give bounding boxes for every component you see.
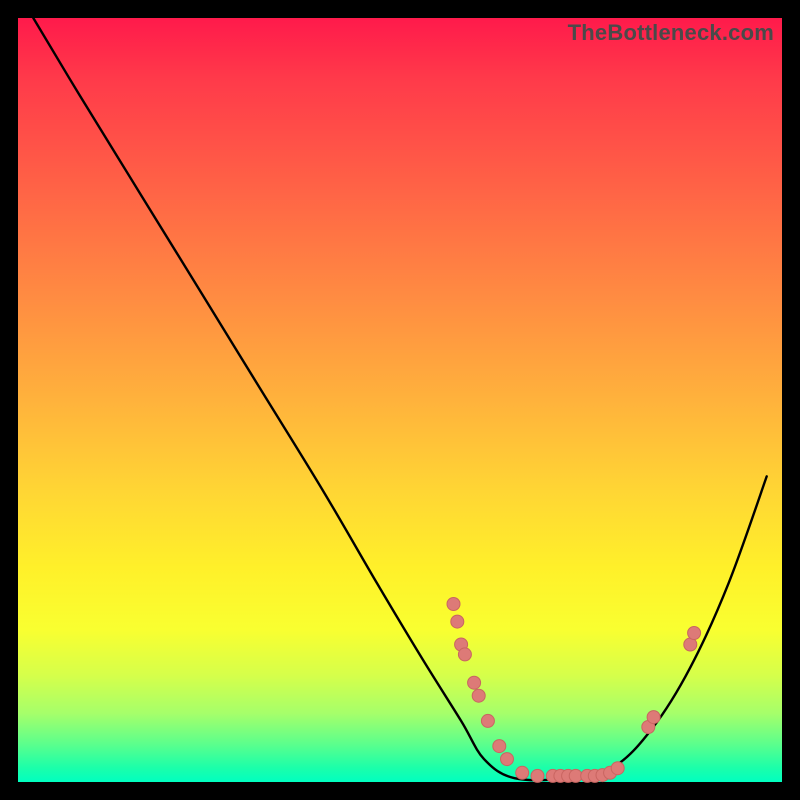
data-marker [516, 766, 529, 779]
data-marker [611, 762, 624, 775]
data-marker [688, 627, 701, 640]
data-marker [481, 714, 494, 727]
data-marker [531, 769, 544, 782]
data-marker [472, 689, 485, 702]
plot-area: TheBottleneck.com [18, 18, 782, 782]
chart-svg [18, 18, 782, 782]
data-marker [451, 615, 464, 628]
data-marker [458, 648, 471, 661]
data-marker [501, 753, 514, 766]
data-marker [647, 711, 660, 724]
data-markers [447, 598, 701, 783]
bottleneck-curve [33, 18, 766, 780]
data-marker [493, 740, 506, 753]
data-marker [468, 676, 481, 689]
data-marker [447, 598, 460, 611]
chart-frame: TheBottleneck.com [0, 0, 800, 800]
